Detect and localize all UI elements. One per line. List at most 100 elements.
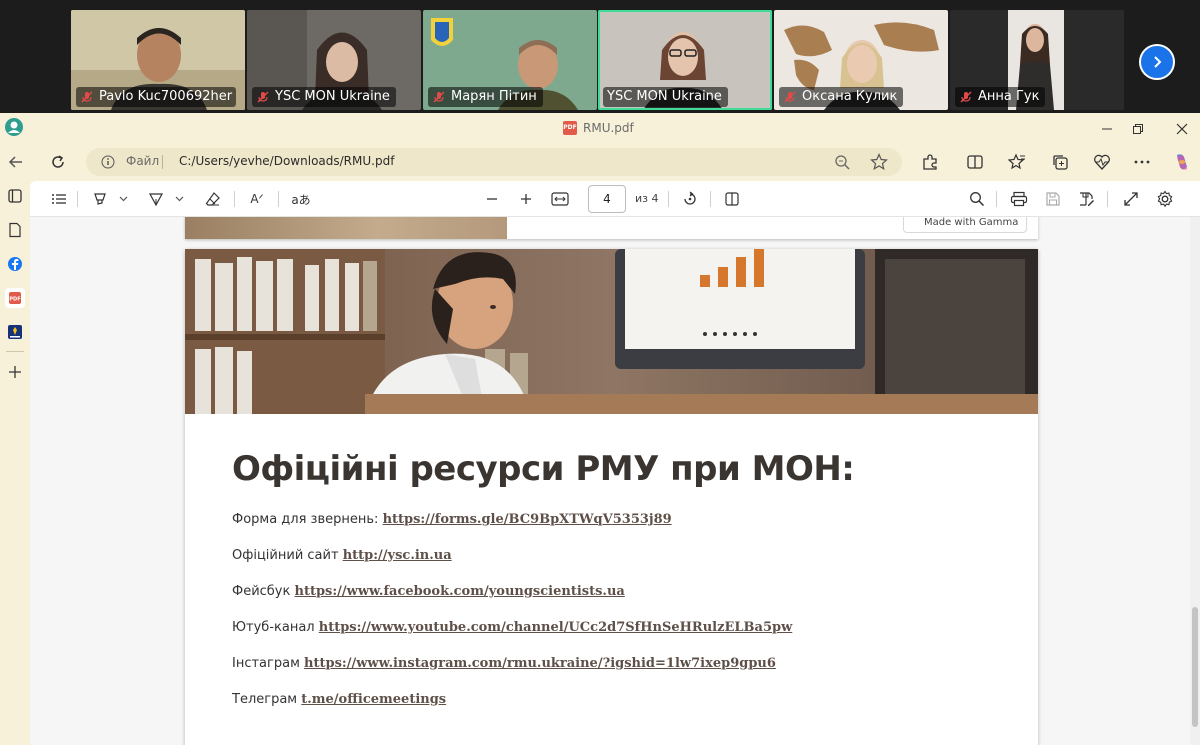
resource-link[interactable]: https://www.youtube.com/channel/UCc2d7Sf… <box>319 620 793 635</box>
favorites-button[interactable] <box>1005 150 1029 174</box>
resource-link[interactable]: t.me/officemeetings <box>301 692 446 707</box>
tab-title: PDF RMU.pdf <box>563 121 634 135</box>
mic-muted-icon <box>81 91 93 103</box>
save-button[interactable] <box>1042 188 1064 210</box>
restore-icon <box>1133 124 1143 134</box>
participant-tile[interactable]: Анна Гук <box>950 10 1124 110</box>
close-icon <box>1176 123 1188 135</box>
participant-name: YSC MON Ukraine <box>275 89 390 104</box>
profile-icon[interactable] <box>4 117 24 137</box>
page-count-label: из 4 <box>635 192 659 205</box>
participant-tile[interactable]: Pavlo Kuc700692her <box>71 10 245 110</box>
participant-tile[interactable]: Марян Пітин <box>423 10 597 110</box>
participant-tile-active[interactable]: YSC MON Ukraine <box>598 10 772 110</box>
resource-link[interactable]: https://forms.gle/BC9BpXTWqV5353j89 <box>383 512 672 527</box>
rotate-icon <box>684 191 696 205</box>
save-as-button[interactable] <box>1075 188 1097 210</box>
resource-link[interactable]: http://ysc.in.ua <box>343 548 452 563</box>
browser-window: PDF RMU.pdf Файл C:/Users/yevhe/Download… <box>0 113 1200 745</box>
sidebar-tab-document[interactable] <box>5 220 25 240</box>
draw-options-dropdown[interactable] <box>172 188 186 210</box>
made-with-gamma-badge[interactable]: Made with Gamma <box>903 217 1027 233</box>
draw-button[interactable] <box>146 188 166 210</box>
browser-essentials-button[interactable] <box>1090 150 1114 174</box>
next-participants-button[interactable] <box>1139 44 1175 80</box>
resource-link[interactable]: https://www.facebook.com/youngscientists… <box>295 584 625 599</box>
fit-to-width-button[interactable] <box>549 188 571 210</box>
puzzle-icon <box>923 154 937 170</box>
resource-row: Інстаграм https://www.instagram.com/rmu.… <box>232 656 776 671</box>
resource-link[interactable]: https://www.instagram.com/rmu.ukraine/?i… <box>304 656 776 671</box>
participant-tile[interactable]: YSC MON Ukraine <box>247 10 421 110</box>
search-icon <box>970 192 985 207</box>
address-bar[interactable]: Файл C:/Users/yevhe/Downloads/RMU.pdf <box>86 148 902 176</box>
svg-text:PDF: PDF <box>9 297 20 303</box>
scientist-illustration <box>185 249 1038 414</box>
sidebar-tab-pdf-active[interactable]: PDF <box>5 288 25 308</box>
zoom-in-button[interactable] <box>516 188 536 210</box>
zoom-icon[interactable] <box>834 154 850 170</box>
sidebar-tab-facebook[interactable] <box>5 254 25 274</box>
tab-actions-button[interactable] <box>5 186 25 206</box>
more-menu-button[interactable] <box>1130 150 1154 174</box>
participant-name: YSC MON Ukraine <box>607 89 722 104</box>
page-title: Офіційні ресурси РМУ при МОН: <box>232 449 855 489</box>
pdf-settings-button[interactable] <box>1154 188 1176 210</box>
minimize-icon <box>1102 128 1112 130</box>
participant-name: Pavlo Kuc700692her <box>99 89 233 104</box>
plus-icon <box>9 366 21 378</box>
chevron-down-icon <box>119 196 127 202</box>
scrollbar-thumb[interactable] <box>1192 607 1198 727</box>
mic-muted-icon <box>960 91 972 103</box>
plus-icon <box>521 194 531 204</box>
page-view-button[interactable] <box>721 188 743 210</box>
erase-button[interactable] <box>202 188 224 210</box>
toolbar-separator <box>77 191 78 207</box>
split-screen-button[interactable] <box>963 150 987 174</box>
pen-icon <box>148 193 164 207</box>
sidebar-separator <box>6 351 24 352</box>
highlight-button[interactable] <box>90 188 110 210</box>
minus-icon <box>487 198 497 200</box>
participant-tile[interactable]: Оксана Кулик <box>774 10 948 110</box>
translate-button[interactable]: aあ <box>288 188 314 210</box>
minimize-button[interactable] <box>1097 119 1117 139</box>
pdf-viewport[interactable]: Made with Gamma Офіційні ресурси РМУ при… <box>30 217 1190 745</box>
extensions-button[interactable] <box>918 150 942 174</box>
restore-button[interactable] <box>1128 119 1148 139</box>
sidebar-tab-rada[interactable] <box>5 322 25 342</box>
back-button[interactable] <box>4 150 28 174</box>
info-icon <box>101 155 115 169</box>
printer-icon <box>1010 191 1028 207</box>
fullscreen-button[interactable] <box>1120 188 1142 210</box>
page-number-input[interactable]: 4 <box>588 185 626 213</box>
split-screen-icon <box>967 155 983 169</box>
chevron-right-icon <box>1154 56 1162 68</box>
print-button[interactable] <box>1008 188 1030 210</box>
find-button[interactable] <box>966 188 988 210</box>
chevron-down-icon <box>175 196 183 202</box>
toolbar-separator <box>234 191 235 207</box>
toolbar-separator <box>278 191 279 207</box>
favorite-star-icon[interactable] <box>870 153 888 171</box>
document-icon <box>9 222 21 238</box>
copilot-button[interactable] <box>1170 150 1194 174</box>
expand-icon <box>1124 192 1138 206</box>
resource-label: Інстаграм <box>232 656 300 671</box>
refresh-button[interactable] <box>46 150 70 174</box>
vertical-scrollbar[interactable] <box>1190 217 1200 745</box>
collections-button[interactable] <box>1048 150 1072 174</box>
read-aloud-button[interactable]: Aᐟ <box>246 188 268 210</box>
add-tab-button[interactable] <box>5 362 25 382</box>
arrow-left-icon <box>8 156 22 168</box>
close-window-button[interactable] <box>1172 119 1192 139</box>
rotate-button[interactable] <box>679 188 701 210</box>
contents-button[interactable] <box>48 188 70 210</box>
address-scheme-label: Файл <box>126 154 160 168</box>
highlight-options-dropdown[interactable] <box>116 188 130 210</box>
resource-row: Фейсбук https://www.facebook.com/youngsc… <box>232 584 625 599</box>
previous-page-image <box>185 217 507 239</box>
participant-name: Марян Пітин <box>451 89 537 104</box>
zoom-out-button[interactable] <box>482 188 502 210</box>
pdf-page: Офіційні ресурси РМУ при МОН: Форма для … <box>185 249 1038 745</box>
